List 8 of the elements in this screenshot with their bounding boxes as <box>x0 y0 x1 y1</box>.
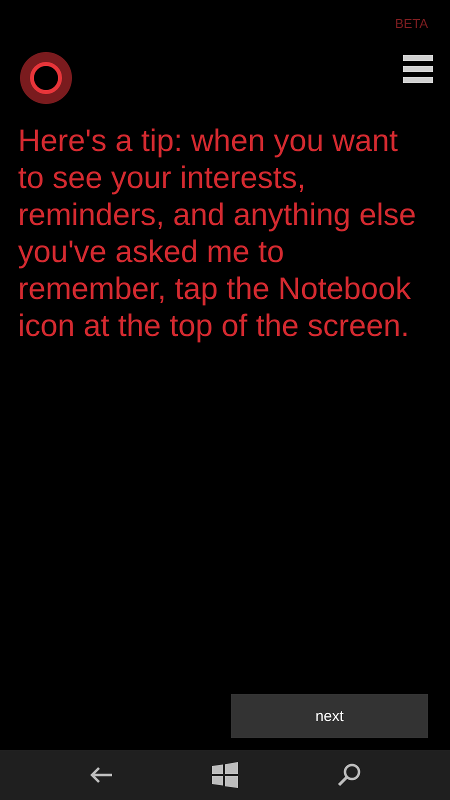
tip-text: Here's a tip: when you want to see your interests, reminders, and anything else you've asked me to remember, tap the Notebook icon at the top of the screen. <box>18 122 418 344</box>
windows-icon[interactable] <box>212 762 238 788</box>
menu-icon[interactable] <box>403 55 433 83</box>
beta-label: BETA <box>395 16 428 33</box>
ring-logo-icon <box>20 52 72 104</box>
next-button[interactable]: next <box>231 694 428 738</box>
search-icon[interactable] <box>336 763 361 787</box>
back-icon[interactable] <box>89 766 114 784</box>
